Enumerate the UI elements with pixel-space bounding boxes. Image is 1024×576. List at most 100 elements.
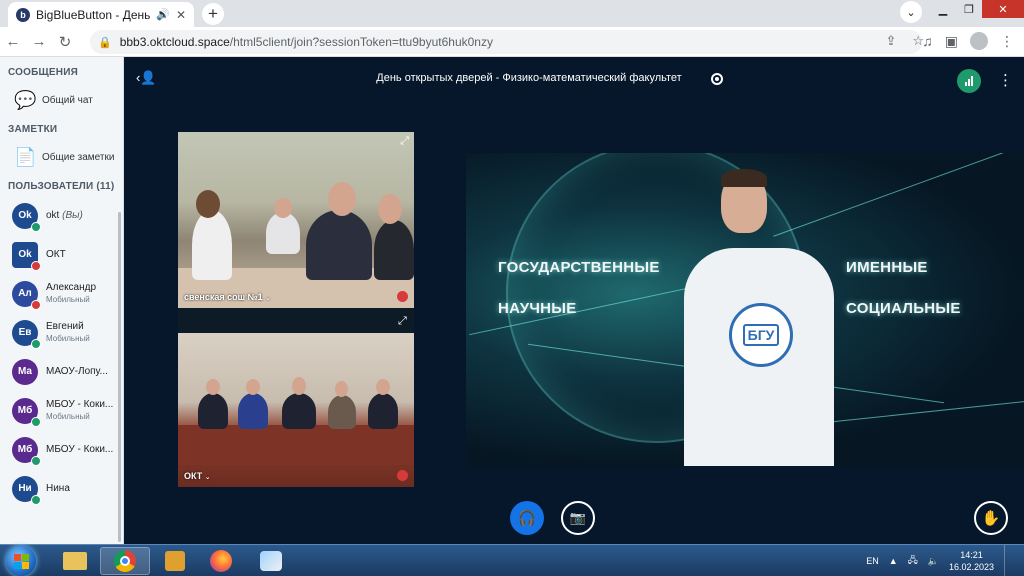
presentation-slide[interactable]: ГОСУДАРСТВЕННЫЕ НАУЧНЫЕ ИМЕННЫЕ СОЦИАЛЬН…: [466, 153, 1024, 466]
browser-menu-icon[interactable]: ⋮: [1000, 33, 1014, 50]
tab-close-icon[interactable]: ✕: [176, 8, 186, 22]
student-figure: [266, 212, 300, 254]
firefox-icon[interactable]: [196, 547, 246, 575]
meeting-title: День открытых дверей - Физико-математиче…: [376, 72, 682, 84]
tab-title: BigBlueButton - День открытых: [36, 7, 151, 22]
panelist-figure: [198, 393, 228, 429]
fullscreen-icon[interactable]: ⤢: [400, 135, 409, 148]
lock-icon[interactable]: 🔒: [98, 36, 112, 49]
user-avatar: Ма: [12, 358, 38, 385]
user-list: Ok okt (Вы) Ok ОКТ Ал Александр Мобильный Ев Евг…: [0, 192, 123, 508]
webcam-tile[interactable]: ⤢ свенская сош №1 ⌄: [178, 132, 414, 308]
tab-search-chevron-icon[interactable]: ⌄: [900, 1, 922, 23]
user-list-item[interactable]: Ал Александр Мобильный: [0, 274, 123, 313]
tray-expand-icon[interactable]: ▲: [889, 556, 898, 566]
browser-toolbar-right: ♫ ▣ ⋮: [922, 32, 1014, 50]
audio-headphones-button[interactable]: 🎧: [510, 501, 544, 535]
clock-time: 14:21: [960, 550, 983, 560]
explorer-folder-icon[interactable]: [50, 547, 100, 575]
webcam-tile[interactable]: ОКТ ⌄: [178, 333, 414, 487]
slide-word: ГОСУДАРСТВЕННЫЕ: [498, 259, 660, 276]
profile-avatar-icon[interactable]: [970, 32, 988, 50]
panelist-figure: [282, 393, 316, 429]
user-list-item[interactable]: Ев Евгений Мобильный: [0, 313, 123, 352]
share-icon[interactable]: ⇪: [885, 33, 896, 49]
user-list-item[interactable]: Мб МБОУ - Коки...: [0, 430, 123, 469]
start-button[interactable]: [6, 546, 36, 576]
user-list-item[interactable]: Ok ОКТ: [0, 235, 123, 274]
options-menu-icon[interactable]: ⋮: [998, 71, 1013, 89]
public-chat-item[interactable]: 💬 Общий чат: [0, 78, 123, 114]
url-path: /html5client/join?sessionToken=ttu9byut6…: [229, 35, 493, 49]
new-tab-button[interactable]: +: [202, 3, 224, 25]
webcam-separator: [178, 308, 414, 333]
shared-notes-label: Общие заметки: [42, 151, 115, 163]
clock[interactable]: 14:21 16.02.2023: [949, 549, 994, 573]
browser-tab[interactable]: b BigBlueButton - День открытых 🔊 ✕: [8, 2, 194, 27]
user-avatar: Ok: [12, 241, 41, 271]
user-list-item[interactable]: Ok okt (Вы): [0, 196, 123, 235]
raise-hand-button[interactable]: ✋: [974, 501, 1008, 535]
webcam-label[interactable]: ОКТ ⌄: [184, 471, 211, 481]
muted-mic-icon: [397, 291, 408, 302]
fullscreen-icon[interactable]: ⤢: [398, 315, 407, 328]
student-figure: [374, 220, 414, 280]
recording-indicator-icon[interactable]: [711, 73, 723, 85]
messages-section-title: СООБЩЕНИЯ: [8, 67, 78, 78]
reload-icon[interactable]: ↻: [52, 33, 78, 51]
minimize-button[interactable]: ▁: [930, 0, 956, 18]
user-name: okt (Вы): [46, 209, 83, 221]
speaker-icon[interactable]: 🔊: [156, 8, 170, 21]
user-name: ОКТ: [46, 248, 66, 260]
panelist-head: [206, 379, 220, 395]
user-list-item[interactable]: Мб МБОУ - Коки... Мобильный: [0, 391, 123, 430]
user-avatar: Ал: [12, 280, 41, 310]
camera-off-button[interactable]: 📷: [561, 501, 595, 535]
close-window-button[interactable]: ✕: [982, 0, 1024, 18]
back-icon[interactable]: ←: [0, 33, 26, 50]
panelist-figure: [368, 393, 398, 429]
forward-icon[interactable]: →: [26, 33, 52, 50]
chrome-icon[interactable]: [100, 547, 150, 575]
url-input[interactable]: 🔒 bbb3.oktcloud.space/html5client/join?s…: [90, 30, 922, 54]
connection-status-icon[interactable]: [957, 69, 981, 93]
user-list-item[interactable]: Ни Нина: [0, 469, 123, 508]
user-name: МАОУ-Лопу...: [46, 365, 108, 377]
webcam-label[interactable]: свенская сош №1 ⌄: [184, 292, 271, 302]
muted-mic-icon: [397, 470, 408, 481]
user-avatar: Ни: [12, 475, 41, 505]
mic-status-icon: [31, 260, 41, 271]
language-indicator[interactable]: EN: [866, 556, 879, 566]
show-desktop-button[interactable]: [1004, 545, 1014, 576]
user-list-scrollbar[interactable]: [118, 212, 121, 542]
browser-tab-bar: b BigBlueButton - День открытых 🔊 ✕ + ⌄ …: [0, 0, 1024, 27]
user-name: МБОУ - Коки... Мобильный: [46, 398, 114, 421]
panelist-head: [376, 379, 390, 395]
mic-status-icon: [31, 221, 41, 232]
address-bar: ← → ↻ 🔒 bbb3.oktcloud.space/html5client/…: [0, 27, 1024, 57]
user-list-item[interactable]: Ма МАОУ-Лопу...: [0, 352, 123, 391]
media-player-icon[interactable]: [150, 547, 200, 575]
shared-notes-item[interactable]: 📄 Общие заметки: [0, 135, 123, 171]
user-avatar: Ok: [12, 202, 41, 232]
student-head: [274, 198, 292, 218]
notes-document-icon: 📄: [14, 146, 37, 167]
sidebar: СООБЩЕНИЯ 💬 Общий чат ЗАМЕТКИ 📄 Общие за…: [0, 57, 124, 544]
user-avatar: Мб: [12, 397, 41, 427]
media-control-icon[interactable]: ♫: [922, 33, 933, 49]
user-name: Евгений Мобильный: [46, 320, 90, 343]
maximize-button[interactable]: ❐: [956, 0, 982, 18]
network-icon[interactable]: 🖧: [908, 553, 918, 569]
mic-status-icon: [31, 338, 41, 349]
user-device-label: Мобильный: [46, 294, 90, 304]
mic-status-icon: [31, 494, 41, 505]
volume-icon[interactable]: 🔈: [928, 556, 939, 567]
panelist-figure: [238, 393, 268, 429]
user-device-label: Мобильный: [46, 411, 90, 421]
windows-taskbar: EN ▲ 🖧 🔈 14:21 16.02.2023: [0, 544, 1024, 576]
paint-icon[interactable]: [246, 547, 296, 575]
side-panel-icon[interactable]: ▣: [945, 33, 958, 50]
chat-bubble-icon: 💬: [14, 89, 37, 110]
panelist-figure: [328, 395, 356, 429]
slide-light-streak: [773, 153, 1009, 237]
